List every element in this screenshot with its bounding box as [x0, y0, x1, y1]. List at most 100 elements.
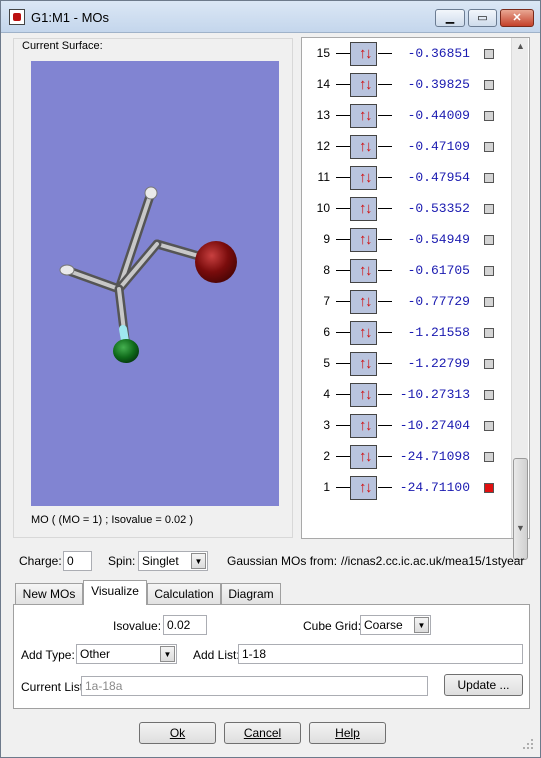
- level-line: [378, 53, 392, 54]
- scroll-down-icon[interactable]: ▼: [512, 520, 529, 536]
- molecule-viewer[interactable]: [31, 61, 279, 506]
- mo-energy: -0.54949: [407, 231, 470, 247]
- mo-select-checkbox[interactable]: [484, 265, 494, 276]
- occupied-orbital-icon: ↑ ↓: [350, 320, 377, 345]
- mo-select-checkbox[interactable]: [484, 203, 494, 214]
- scrollbar-thumb[interactable]: [513, 458, 528, 560]
- level-line: [336, 331, 350, 333]
- mo-number: 2: [323, 448, 330, 463]
- mo-number: 1: [323, 479, 330, 494]
- mo-energy: -24.71100: [399, 479, 470, 495]
- cancel-button[interactable]: Cancel: [224, 722, 301, 744]
- mo-level-row[interactable]: 1 ↑ ↓ -24.71100: [302, 475, 514, 501]
- ok-button[interactable]: Ok: [139, 722, 216, 744]
- mo-caption: MO ( (MO = 1) ; Isovalue = 0.02 ): [31, 514, 193, 526]
- add-list-input[interactable]: 1-18: [238, 644, 523, 664]
- tab-calculation[interactable]: Calculation: [147, 583, 221, 604]
- mo-select-checkbox[interactable]: [484, 49, 494, 59]
- mo-list-scrollbar[interactable]: ▲ ▼: [511, 38, 529, 560]
- close-button[interactable]: ✕: [500, 9, 534, 27]
- level-line: [336, 393, 350, 395]
- cube-grid-value: Coarse: [364, 618, 403, 632]
- tab-diagram[interactable]: Diagram: [221, 583, 281, 604]
- spin-down-arrow-icon: ↓: [365, 354, 373, 372]
- level-line: [378, 393, 392, 395]
- level-line: [336, 83, 350, 85]
- mo-select-checkbox[interactable]: [484, 420, 494, 431]
- mo-level-row[interactable]: 8 ↑ ↓ -0.61705: [302, 258, 514, 284]
- source-path: //icnas2.cc.ic.ac.uk/mea15/1styear: [341, 554, 525, 568]
- occupied-orbital-icon: ↑ ↓: [350, 72, 377, 97]
- mo-level-row[interactable]: 7 ↑ ↓ -0.77729: [302, 289, 514, 315]
- spin-select[interactable]: Singlet ▼: [138, 551, 208, 571]
- mo-level-row[interactable]: 15 ↑ ↓ -0.36851: [302, 41, 514, 67]
- resize-grip-icon[interactable]: [521, 737, 535, 751]
- minimize-icon: ▁: [445, 12, 455, 24]
- minimize-button[interactable]: ▁: [435, 9, 465, 27]
- spin-down-arrow-icon: ↓: [365, 106, 373, 124]
- cube-grid-select[interactable]: Coarse ▼: [360, 615, 431, 635]
- mo-select-checkbox[interactable]: [484, 389, 494, 400]
- mo-level-row[interactable]: 2 ↑ ↓ -24.71098: [302, 444, 514, 470]
- title-bar[interactable]: G1:M1 - MOs ▁ ▭ ✕: [1, 1, 540, 33]
- level-line: [378, 486, 392, 488]
- add-type-select[interactable]: Other ▼: [76, 644, 177, 664]
- mo-number: 13: [316, 107, 330, 122]
- level-line: [378, 114, 392, 116]
- occupied-orbital-icon: ↑ ↓: [350, 444, 377, 469]
- mo-select-checkbox[interactable]: [484, 482, 494, 493]
- mo-select-checkbox[interactable]: [484, 451, 494, 462]
- scroll-up-icon[interactable]: ▲: [512, 38, 529, 54]
- mo-energy: -0.47954: [407, 169, 470, 185]
- mo-level-row[interactable]: 6 ↑ ↓ -1.21558: [302, 320, 514, 346]
- mo-select-checkbox[interactable]: [484, 327, 494, 338]
- add-type-label: Add Type:: [21, 648, 75, 662]
- mo-energy: -24.71098: [399, 448, 470, 464]
- level-line: [378, 362, 392, 364]
- mo-level-row[interactable]: 13 ↑ ↓ -0.44009: [302, 103, 514, 129]
- mo-level-row[interactable]: 11 ↑ ↓ -0.47954: [302, 165, 514, 191]
- mo-level-row[interactable]: 14 ↑ ↓ -0.39825: [302, 72, 514, 98]
- level-line: [336, 238, 350, 240]
- spin-down-arrow-icon: ↓: [365, 261, 373, 279]
- spin-down-arrow-icon: ↓: [365, 447, 373, 465]
- spin-down-arrow-icon: ↓: [365, 478, 373, 496]
- current-list-label: Current List:: [21, 680, 87, 694]
- mo-number: 10: [316, 200, 330, 215]
- update-button[interactable]: Update ...: [444, 674, 523, 696]
- level-line: [378, 207, 392, 209]
- spin-down-arrow-icon: ↓: [365, 230, 373, 248]
- mo-level-row[interactable]: 5 ↑ ↓ -1.22799: [302, 351, 514, 377]
- source-label: Gaussian MOs from:: [227, 554, 338, 568]
- spin-down-arrow-icon: ↓: [365, 45, 373, 62]
- tab-new-mos[interactable]: New MOs: [15, 583, 83, 604]
- mo-level-row[interactable]: 10 ↑ ↓ -0.53352: [302, 196, 514, 222]
- spin-down-arrow-icon: ↓: [365, 75, 373, 93]
- mo-level-row[interactable]: 3 ↑ ↓ -10.27404: [302, 413, 514, 439]
- level-line: [378, 145, 392, 147]
- occupied-orbital-icon: ↑ ↓: [350, 475, 377, 500]
- mo-select-checkbox[interactable]: [484, 141, 494, 152]
- help-button[interactable]: Help: [309, 722, 386, 744]
- mo-level-row[interactable]: 4 ↑ ↓ -10.27313: [302, 382, 514, 408]
- level-line: [336, 53, 350, 54]
- mo-select-checkbox[interactable]: [484, 358, 494, 369]
- mo-select-checkbox[interactable]: [484, 296, 494, 307]
- mo-number: 14: [316, 76, 330, 91]
- mo-energy: -0.44009: [407, 107, 470, 123]
- mo-select-checkbox[interactable]: [484, 110, 494, 121]
- charge-input[interactable]: 0: [63, 551, 92, 571]
- mo-select-checkbox[interactable]: [484, 79, 494, 90]
- isovalue-input[interactable]: 0.02: [163, 615, 207, 635]
- occupied-orbital-icon: ↑ ↓: [350, 134, 377, 159]
- tab-visualize[interactable]: Visualize: [83, 580, 147, 605]
- mo-select-checkbox[interactable]: [484, 172, 494, 183]
- mo-level-row[interactable]: 12 ↑ ↓ -0.47109: [302, 134, 514, 160]
- mo-number: 6: [323, 324, 330, 339]
- occupied-orbital-icon: ↑ ↓: [350, 258, 377, 283]
- maximize-button[interactable]: ▭: [468, 9, 497, 27]
- mo-number: 8: [323, 262, 330, 277]
- mo-level-row[interactable]: 9 ↑ ↓ -0.54949: [302, 227, 514, 253]
- mo-select-checkbox[interactable]: [484, 234, 494, 245]
- window-title: G1:M1 - MOs: [31, 10, 110, 25]
